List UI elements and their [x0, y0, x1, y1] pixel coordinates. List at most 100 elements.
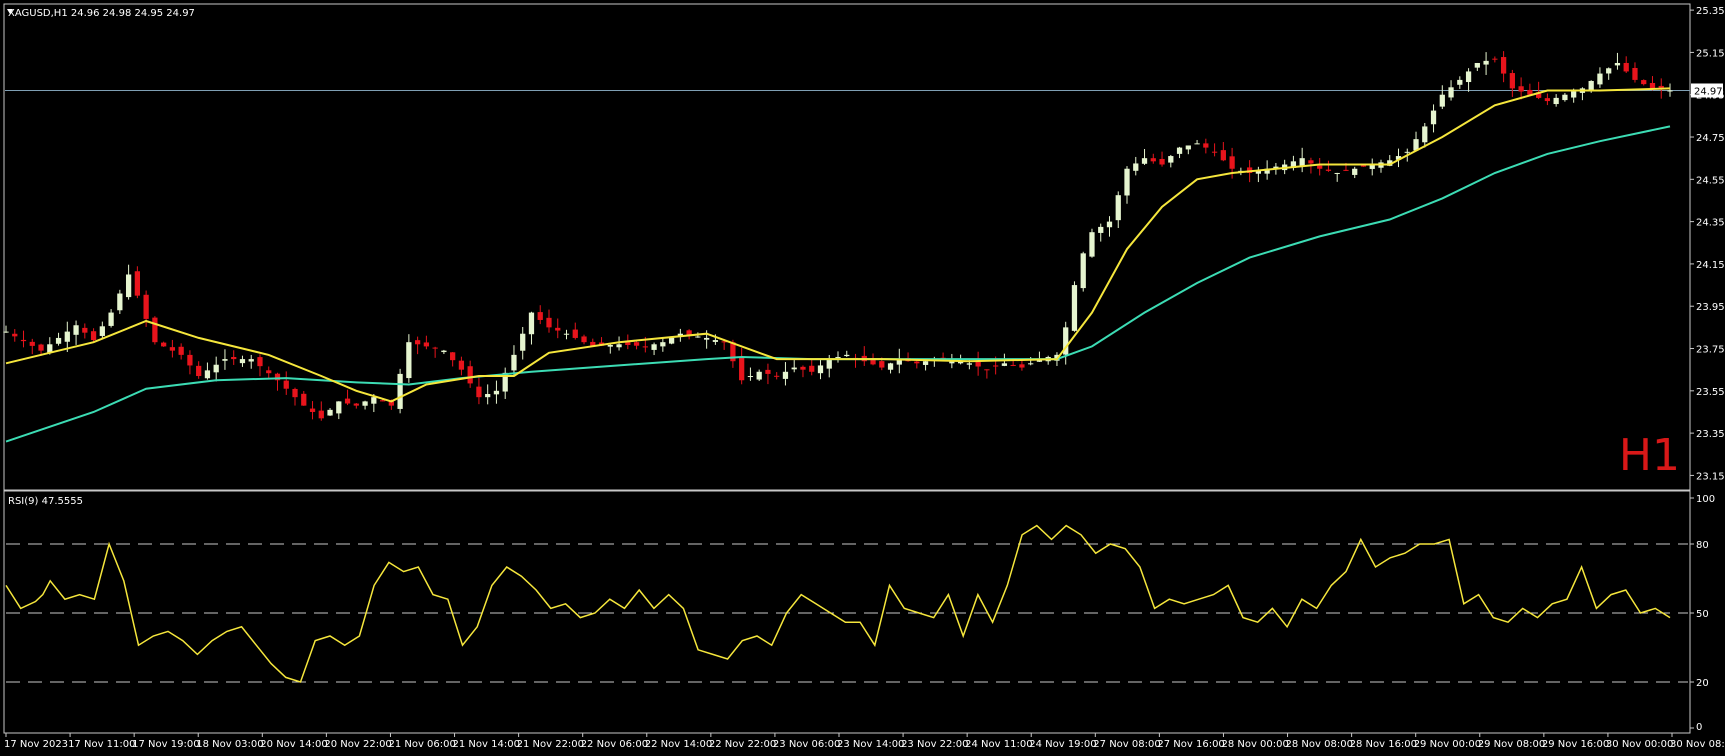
candle-body	[826, 359, 832, 369]
candle-body	[161, 342, 167, 347]
candle-body	[1168, 156, 1174, 163]
time-tick-label: 29 Nov 00:00	[1414, 739, 1481, 750]
candle-body	[204, 370, 211, 379]
candle-body	[476, 386, 482, 398]
time-tick-label: 23 Nov 06:00	[773, 739, 840, 750]
time-tick-label: 21 Nov 22:00	[517, 739, 584, 750]
candle-body	[1562, 94, 1568, 101]
candle-body	[432, 347, 438, 349]
candle-body	[922, 361, 929, 365]
candle-body	[1176, 147, 1183, 154]
candle-body	[1518, 86, 1524, 92]
candle-body	[1439, 94, 1445, 107]
candle-body	[660, 342, 666, 347]
candle-body	[1115, 195, 1121, 221]
time-tick-label: 22 Nov 06:00	[581, 739, 648, 750]
time-tick-label: 24 Nov 19:00	[1029, 739, 1096, 750]
candle-body	[887, 363, 894, 370]
candle-body	[572, 329, 578, 338]
price-tick-label: 23.75	[1696, 345, 1725, 356]
candle-body	[782, 371, 789, 379]
time-tick-label: 30 Nov 08:00	[1670, 739, 1725, 750]
candle-body	[1492, 58, 1498, 60]
rsi-tick-label: 80	[1696, 540, 1709, 551]
candle-body	[1641, 80, 1647, 85]
candle-body	[231, 357, 237, 360]
candle-body	[520, 333, 526, 351]
candle-body	[1150, 158, 1156, 162]
candle-body	[82, 327, 88, 333]
candle-body	[55, 337, 62, 344]
candle-body	[642, 346, 648, 348]
candle-body	[450, 352, 456, 361]
candle-body	[765, 369, 771, 374]
time-tick-label: 29 Nov 16:00	[1542, 739, 1609, 750]
candle-body	[914, 361, 920, 364]
time-tick-label: 17 Nov 19:00	[132, 739, 199, 750]
time-tick-label: 28 Nov 08:00	[1286, 739, 1353, 750]
time-tick-label: 23 Nov 22:00	[901, 739, 968, 750]
rsi-tick-label: 0	[1696, 722, 1702, 733]
candle-body	[1220, 150, 1226, 161]
candle-body	[1098, 226, 1104, 233]
timeframe-watermark: H1	[1619, 430, 1680, 481]
candle-body	[1667, 90, 1673, 92]
candle-body	[1597, 73, 1603, 85]
candle-body	[196, 365, 202, 377]
candle-body	[984, 369, 990, 371]
candle-body	[187, 354, 193, 366]
candle-body	[134, 271, 140, 296]
candle-body	[458, 360, 465, 370]
candle-body	[774, 375, 780, 377]
candle-body	[1019, 364, 1025, 368]
time-tick-label: 20 Nov 22:00	[324, 739, 391, 750]
symbol-header: XAGUSD,H1 24.96 24.98 24.95 24.97	[8, 8, 195, 19]
candle-body	[406, 342, 412, 379]
candle-body	[537, 312, 543, 320]
time-tick-label: 21 Nov 06:00	[388, 739, 455, 750]
candle-body	[607, 344, 613, 347]
candle-body	[344, 398, 351, 404]
candle-body	[90, 331, 97, 341]
price-tick-label: 25.35	[1696, 6, 1725, 17]
candle-body	[397, 373, 403, 409]
candle-body	[800, 366, 806, 370]
candle-body	[1124, 168, 1130, 196]
rsi-tick-label: 100	[1696, 494, 1715, 505]
candle-body	[29, 341, 35, 346]
candle-body	[292, 388, 298, 398]
candle-body	[563, 333, 570, 335]
candle-body	[1194, 143, 1200, 145]
last-price-label: 24.97	[1694, 86, 1723, 97]
time-tick-label: 28 Nov 00:00	[1221, 739, 1288, 750]
rsi-tick-label: 50	[1696, 609, 1709, 620]
candle-body	[283, 380, 289, 389]
candle-body	[1211, 151, 1218, 153]
time-tick-label: 18 Nov 03:00	[196, 739, 263, 750]
rsi-header: RSI(9) 47.5555	[8, 496, 83, 507]
candle-body	[1553, 97, 1559, 105]
price-tick-label: 24.75	[1696, 133, 1725, 144]
candle-body	[1623, 62, 1629, 72]
candle-body	[152, 317, 158, 343]
candle-body	[633, 342, 640, 346]
candle-body	[3, 331, 9, 333]
time-tick-label: 24 Nov 11:00	[965, 739, 1032, 750]
time-tick-label: 22 Nov 22:00	[709, 739, 776, 750]
candle-body	[1010, 364, 1016, 366]
candle-body	[739, 357, 745, 381]
rsi-tick-label: 20	[1696, 678, 1709, 689]
candle-body	[1571, 91, 1577, 98]
candle-body	[817, 365, 824, 374]
candle-body	[1325, 169, 1332, 171]
candle-body	[844, 354, 850, 357]
candle-body	[467, 366, 473, 384]
candle-body	[353, 403, 359, 406]
candle-body	[38, 344, 44, 351]
candle-body	[1334, 172, 1340, 174]
chart-canvas: 25.3525.1524.9524.7524.5524.3524.1523.95…	[0, 0, 1725, 756]
candle-body	[143, 294, 149, 319]
candle-body	[1106, 221, 1113, 228]
candle-body	[1185, 145, 1191, 150]
candle-body	[1632, 67, 1638, 80]
